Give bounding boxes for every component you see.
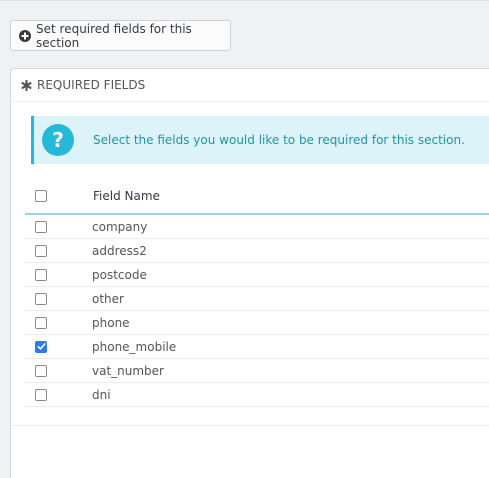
info-alert: ? Select the fields you would like to be…: [31, 116, 489, 164]
table-row: company: [25, 215, 489, 239]
table-header: Field Name: [25, 179, 489, 215]
alert-text: Select the fields you would like to be r…: [93, 133, 465, 147]
panel-heading: REQUIRED FIELDS: [11, 69, 489, 102]
field-name-cell: dni: [92, 387, 111, 402]
field-name-header: Field Name: [93, 189, 160, 203]
row-checkbox-phone_mobile[interactable]: [35, 340, 47, 353]
table-row: postcode: [25, 263, 489, 287]
panel-footer-divider: [11, 425, 489, 426]
row-checkbox-dni[interactable]: [35, 388, 47, 401]
question-icon: ?: [42, 124, 74, 156]
set-required-fields-label: Set required fields for this section: [36, 21, 192, 50]
checkmark-icon: [37, 343, 46, 350]
field-name-cell: other: [92, 291, 124, 306]
row-checkbox-postcode[interactable]: [35, 268, 47, 281]
table-row: phone_mobile: [25, 335, 489, 359]
row-checkbox-address2[interactable]: [35, 244, 47, 257]
row-checkbox-vat_number[interactable]: [35, 364, 47, 377]
field-name-cell: phone: [92, 315, 130, 330]
table-row: phone: [25, 311, 489, 335]
select-all-checkbox[interactable]: [35, 190, 47, 202]
top-divider: [0, 0, 489, 1]
field-name-cell: company: [92, 219, 148, 234]
row-checkbox-phone[interactable]: [35, 316, 47, 329]
field-name-cell: address2: [92, 243, 147, 258]
field-name-cell: postcode: [92, 267, 147, 282]
row-checkbox-other[interactable]: [35, 292, 47, 305]
panel-title: REQUIRED FIELDS: [37, 78, 146, 92]
table-row: address2: [25, 239, 489, 263]
asterisk-icon: [21, 79, 32, 91]
field-name-cell: vat_number: [92, 363, 164, 378]
plus-circle-icon: [19, 29, 31, 42]
table-row: vat_number: [25, 359, 489, 383]
row-checkbox-company[interactable]: [35, 220, 47, 233]
table-row: dni: [25, 383, 489, 407]
set-required-fields-button[interactable]: Set required fields for this section: [10, 20, 231, 51]
table-row: other: [25, 287, 489, 311]
fields-table: Field Name company address2 postcode other p…: [25, 179, 489, 407]
field-name-cell: phone_mobile: [92, 339, 177, 354]
required-fields-panel: REQUIRED FIELDS ? Select the fields you …: [10, 68, 489, 478]
